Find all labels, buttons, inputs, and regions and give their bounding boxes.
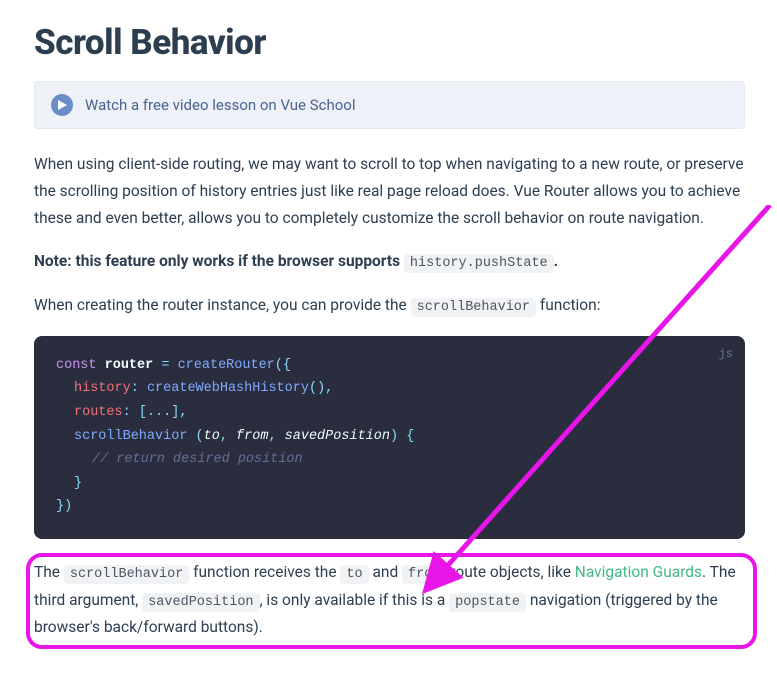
inline-code-savedposition: savedPosition <box>142 593 259 612</box>
precode-suffix: function: <box>536 296 600 314</box>
vueschool-banner[interactable]: Watch a free video lesson on Vue School <box>34 81 745 129</box>
inline-code-scrollbehavior2: scrollBehavior <box>64 565 189 584</box>
intro-paragraph: When using client-side routing, we may w… <box>34 151 745 232</box>
play-icon <box>51 94 73 116</box>
inline-code-popstate: popstate <box>449 593 526 612</box>
navigation-guards-link[interactable]: Navigation Guards <box>575 563 702 581</box>
page-title: Scroll Behavior <box>34 22 745 63</box>
note-prefix: Note: this feature only works if the bro… <box>34 252 404 270</box>
code-line-3: routes: [...], <box>56 401 723 425</box>
code-line-5: // return desired position <box>56 448 723 472</box>
inline-code-pushstate: history.pushState <box>404 254 554 273</box>
code-lang-label: js <box>719 344 733 365</box>
code-line-7: }) <box>56 495 723 519</box>
note-paragraph: Note: this feature only works if the bro… <box>34 248 745 276</box>
code-block: js const router = createRouter({ history… <box>34 336 745 539</box>
pre-code-paragraph: When creating the router instance, you c… <box>34 292 745 320</box>
code-line-1: const router = createRouter({ <box>56 354 723 378</box>
code-line-6: } <box>56 472 723 496</box>
inline-code-to: to <box>340 565 368 584</box>
inline-code-from: from <box>402 565 446 584</box>
note-suffix: . <box>554 252 559 270</box>
vueschool-text: Watch a free video lesson on Vue School <box>85 96 356 114</box>
inline-code-scrollbehavior: scrollBehavior <box>411 298 536 317</box>
precode-prefix: When creating the router instance, you c… <box>34 296 411 314</box>
code-line-2: history: createWebHashHistory(), <box>56 377 723 401</box>
code-line-4: scrollBehavior (to, from, savedPosition)… <box>56 425 723 449</box>
description-paragraph: The scrollBehavior function receives the… <box>34 559 745 641</box>
